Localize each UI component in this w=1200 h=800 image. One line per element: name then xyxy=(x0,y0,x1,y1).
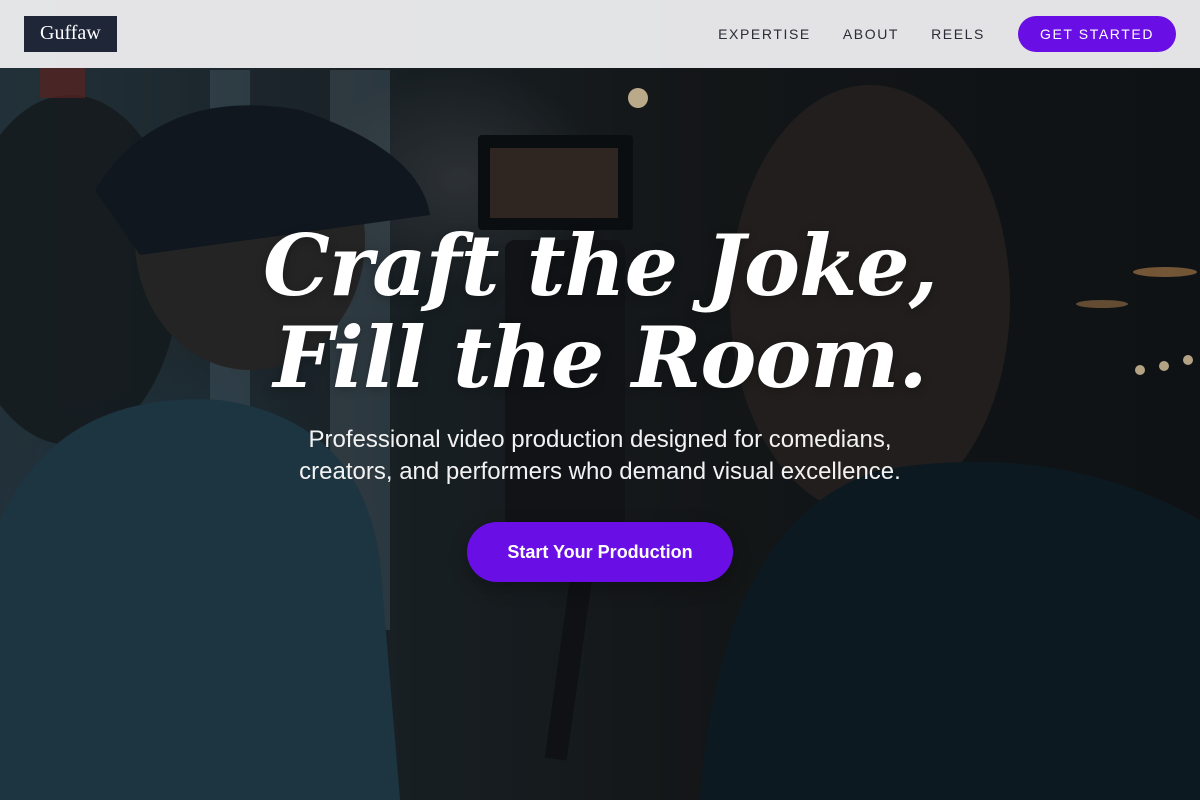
landing-page: Guffaw EXPERTISE ABOUT REELS GET STARTED… xyxy=(0,0,1200,800)
hero-title-line-1: Craft the Joke, xyxy=(263,216,938,315)
hero-title: Craft the Joke, Fill the Room. xyxy=(0,220,1200,404)
nav-link-reels[interactable]: REELS xyxy=(931,26,985,42)
brand-logo[interactable]: Guffaw xyxy=(24,16,117,52)
nav-link-expertise[interactable]: EXPERTISE xyxy=(718,26,811,42)
start-production-button[interactable]: Start Your Production xyxy=(467,522,733,582)
get-started-button[interactable]: GET STARTED xyxy=(1018,16,1176,52)
hero-section: Craft the Joke, Fill the Room. Professio… xyxy=(0,220,1200,582)
nav-link-about[interactable]: ABOUT xyxy=(843,26,899,42)
hero-subtitle-line-1: Professional video production designed f… xyxy=(308,426,892,453)
hero-subtitle: Professional video production designed f… xyxy=(260,424,940,488)
hero-subtitle-line-2: creators, and performers who demand visu… xyxy=(299,458,901,485)
main-nav: EXPERTISE ABOUT REELS GET STARTED xyxy=(718,16,1176,52)
site-header: Guffaw EXPERTISE ABOUT REELS GET STARTED xyxy=(0,0,1200,68)
hero-title-line-2: Fill the Room. xyxy=(273,308,927,407)
